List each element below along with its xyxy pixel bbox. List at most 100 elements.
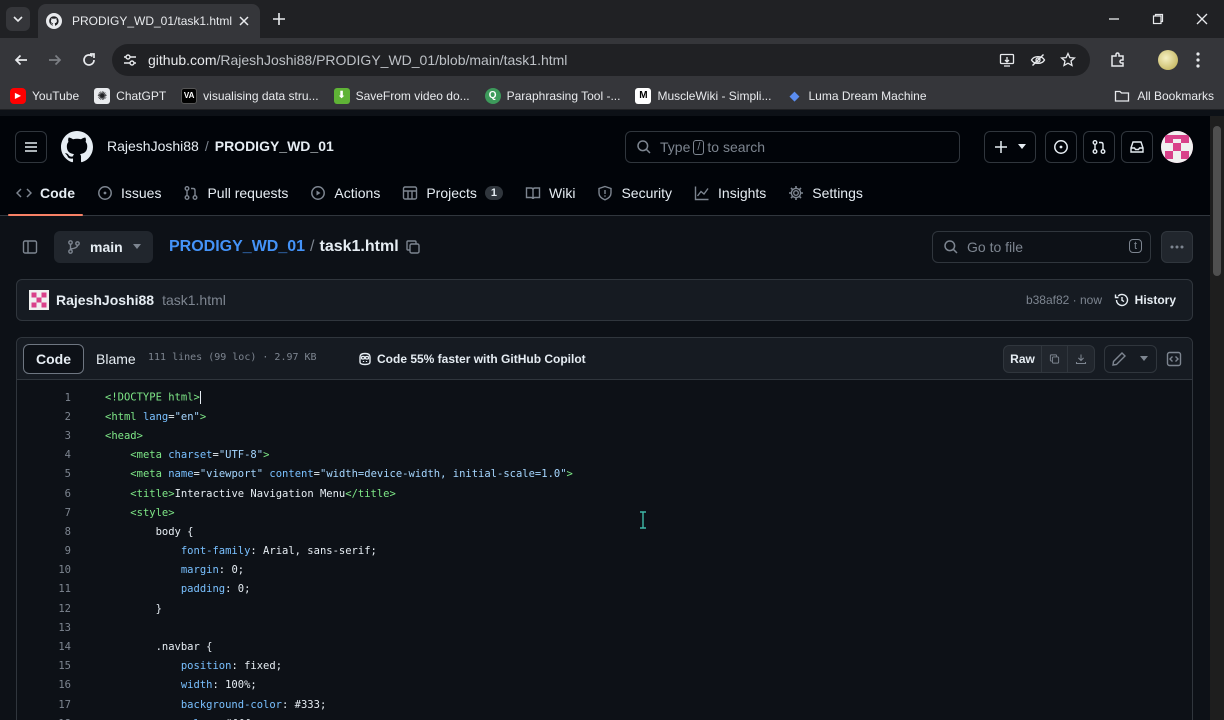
tab-insights[interactable]: Insights xyxy=(694,178,766,208)
tab-blame-view[interactable]: Blame xyxy=(84,344,148,374)
line-number[interactable]: 1 xyxy=(17,392,71,404)
raw-button[interactable]: Raw xyxy=(1004,346,1042,372)
line-content: body { xyxy=(105,525,194,538)
code-line: 12 } xyxy=(17,599,1192,618)
scrollbar-thumb[interactable] xyxy=(1213,126,1221,276)
download-raw-button[interactable] xyxy=(1068,346,1094,372)
commit-author[interactable]: RajeshJoshi88 xyxy=(56,292,154,308)
tab-actions[interactable]: Actions xyxy=(310,178,380,208)
bookmark-savefrom[interactable]: ⬇ SaveFrom video do... xyxy=(333,87,470,104)
line-number[interactable]: 8 xyxy=(17,526,71,538)
minimize-button[interactable] xyxy=(1092,0,1136,38)
tab-code[interactable]: Code xyxy=(8,178,83,216)
hamburger-menu-button[interactable] xyxy=(15,131,47,163)
profile-avatar[interactable] xyxy=(1158,50,1178,70)
more-options-button[interactable] xyxy=(1161,231,1193,263)
copy-path-icon[interactable] xyxy=(405,239,421,255)
toggle-file-tree-button[interactable] xyxy=(22,239,38,255)
bookmark-musclewiki[interactable]: M MuscleWiki - Simpli... xyxy=(635,87,771,104)
code-lines[interactable]: 1 <!DOCTYPE html> 2 <html lang="en"> 3 <head>… xyxy=(17,388,1192,720)
copy-raw-button[interactable] xyxy=(1042,346,1068,372)
commit-author-avatar[interactable] xyxy=(29,290,49,310)
bookmark-star-icon[interactable] xyxy=(1060,52,1076,68)
tab-search-button[interactable] xyxy=(6,7,30,31)
create-new-button[interactable] xyxy=(984,131,1036,163)
tab-security[interactable]: Security xyxy=(597,178,672,208)
reload-button[interactable] xyxy=(79,50,99,70)
line-number[interactable]: 16 xyxy=(17,679,71,691)
copilot-promo-link[interactable]: Code 55% faster with GitHub Copilot xyxy=(357,351,586,367)
go-to-file-input[interactable]: Go to file t xyxy=(932,231,1151,263)
all-bookmarks-button[interactable]: All Bookmarks xyxy=(1114,82,1214,110)
edit-options-dropdown[interactable] xyxy=(1132,346,1156,372)
site-settings-icon[interactable] xyxy=(122,52,138,68)
line-content: .navbar { xyxy=(105,641,213,654)
tab-settings[interactable]: Settings xyxy=(788,178,863,208)
history-button[interactable]: History xyxy=(1114,292,1176,308)
code-line: 6 <title>Interactive Navigation Menu</ti… xyxy=(17,484,1192,503)
issues-button[interactable] xyxy=(1045,131,1077,163)
github-logo-icon[interactable] xyxy=(61,131,93,163)
line-number[interactable]: 2 xyxy=(17,411,71,423)
line-number[interactable]: 9 xyxy=(17,545,71,557)
line-number[interactable]: 13 xyxy=(17,622,71,634)
commit-message[interactable]: task1.html xyxy=(162,292,226,308)
line-number[interactable]: 5 xyxy=(17,468,71,480)
close-window-button[interactable] xyxy=(1180,0,1224,38)
plus-icon xyxy=(273,13,285,25)
bookmark-luma[interactable]: ◆ Luma Dream Machine xyxy=(786,88,926,104)
symbols-panel-button[interactable] xyxy=(1160,345,1188,373)
owner-link[interactable]: RajeshJoshi88 xyxy=(107,138,199,154)
git-branch-icon xyxy=(68,240,80,254)
eye-off-icon[interactable] xyxy=(1030,52,1046,68)
github-page: RajeshJoshi88/PRODIGY_WD_01 Type / to sear… xyxy=(0,116,1210,720)
bookmark-visualising[interactable]: VA visualising data stru... xyxy=(181,87,319,104)
issue-icon xyxy=(98,186,112,200)
line-number[interactable]: 4 xyxy=(17,449,71,461)
user-avatar[interactable] xyxy=(1161,131,1193,163)
extensions-button[interactable] xyxy=(1108,50,1128,70)
path-repo-link[interactable]: PRODIGY_WD_01 xyxy=(169,238,305,256)
line-number[interactable]: 7 xyxy=(17,507,71,519)
address-bar[interactable]: github.com/RajeshJoshi88/PRODIGY_WD_01/b… xyxy=(112,44,1090,76)
tab-issues[interactable]: Issues xyxy=(97,178,161,208)
back-button[interactable] xyxy=(11,50,31,70)
arrow-left-icon xyxy=(14,54,27,66)
repo-breadcrumb: RajeshJoshi88/PRODIGY_WD_01 xyxy=(107,138,334,154)
install-app-icon[interactable] xyxy=(999,52,1015,68)
tab-close-button[interactable] xyxy=(236,13,252,29)
line-number[interactable]: 6 xyxy=(17,488,71,500)
repo-link[interactable]: PRODIGY_WD_01 xyxy=(215,138,334,154)
shield-icon xyxy=(598,185,613,201)
line-number[interactable]: 17 xyxy=(17,699,71,711)
bookmark-youtube[interactable]: ▶ YouTube xyxy=(10,87,79,104)
search-input[interactable]: Type / to search xyxy=(625,131,960,163)
browser-menu-button[interactable] xyxy=(1188,50,1208,70)
table-icon xyxy=(403,186,418,200)
new-tab-button[interactable] xyxy=(270,10,288,28)
edit-file-button[interactable] xyxy=(1105,346,1132,372)
line-number[interactable]: 12 xyxy=(17,603,71,615)
browser-tab-active[interactable]: PRODIGY_WD_01/task1.html at main xyxy=(38,4,260,38)
tab-pull-requests[interactable]: Pull requests xyxy=(183,178,288,208)
code-viewer-header: Code Blame 111 lines (99 loc) · 2.97 KB … xyxy=(17,338,1192,380)
puzzle-icon xyxy=(1111,52,1124,67)
bookmark-paraphrasing[interactable]: Q Paraphrasing Tool -... xyxy=(484,87,620,104)
page-scrollbar[interactable] xyxy=(1210,116,1224,720)
tab-projects[interactable]: Projects 1 xyxy=(402,178,504,208)
branch-selector[interactable]: main xyxy=(54,231,153,263)
line-number[interactable]: 10 xyxy=(17,564,71,576)
restore-button[interactable] xyxy=(1136,0,1180,38)
tab-code-view[interactable]: Code xyxy=(23,344,84,374)
tab-wiki[interactable]: Wiki xyxy=(525,178,575,208)
line-number[interactable]: 11 xyxy=(17,583,71,595)
line-number[interactable]: 15 xyxy=(17,660,71,672)
download-icon xyxy=(1075,354,1087,365)
commit-sha[interactable]: b38af82 · now xyxy=(1026,293,1102,307)
inbox-button[interactable] xyxy=(1121,131,1153,163)
line-number[interactable]: 14 xyxy=(17,641,71,653)
forward-button[interactable] xyxy=(45,50,65,70)
line-number[interactable]: 3 xyxy=(17,430,71,442)
bookmark-chatgpt[interactable]: ✺ ChatGPT xyxy=(94,87,166,104)
pull-requests-button[interactable] xyxy=(1083,131,1115,163)
